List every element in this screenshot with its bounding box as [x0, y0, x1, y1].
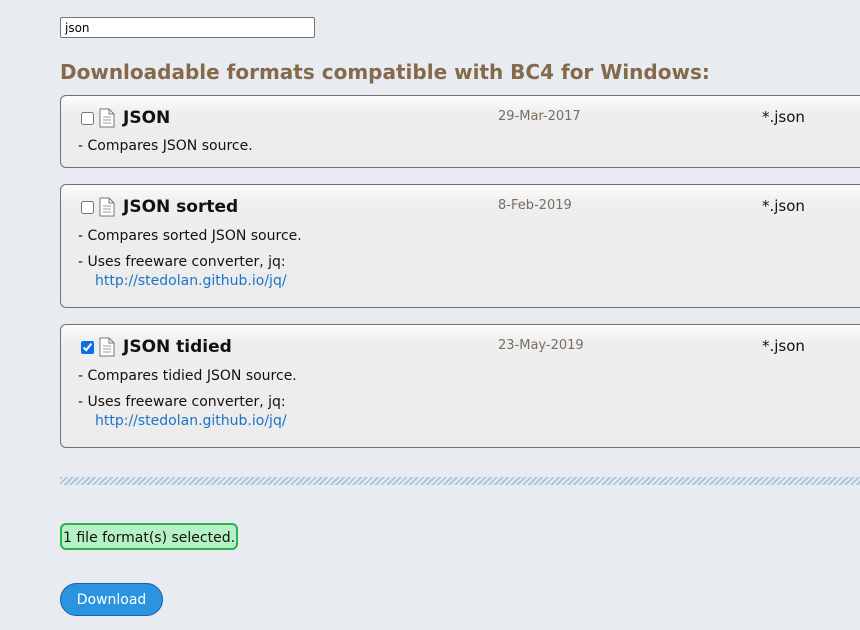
jq-link[interactable]: http://stedolan.github.io/jq/: [78, 413, 297, 430]
format-description: - Compares sorted JSON source. - Uses fr…: [78, 228, 302, 290]
format-description: - Compares tidied JSON source. - Uses fr…: [78, 368, 297, 430]
document-icon: [99, 197, 115, 217]
format-card-json-tidied: JSON tidied 23-May-2019 *.json - Compare…: [60, 324, 860, 448]
hatched-divider: [60, 477, 860, 485]
format-card-json: JSON 29-Mar-2017 *.json - Compares JSON …: [60, 95, 860, 168]
document-icon: [99, 337, 115, 357]
format-name: JSON: [123, 108, 171, 128]
page-title: Downloadable formats compatible with BC4…: [60, 60, 710, 84]
search-input[interactable]: [60, 17, 315, 38]
format-date: 23-May-2019: [498, 338, 584, 353]
description-line: - Compares JSON source.: [78, 138, 253, 154]
document-icon: [99, 108, 115, 128]
format-name: JSON tidied: [123, 337, 232, 357]
format-date: 29-Mar-2017: [498, 109, 581, 124]
format-extension: *.json: [762, 337, 805, 355]
download-page: Downloadable formats compatible with BC4…: [0, 0, 860, 630]
jq-link[interactable]: http://stedolan.github.io/jq/: [78, 273, 302, 290]
format-extension: *.json: [762, 108, 805, 126]
description-line: - Compares sorted JSON source.: [78, 228, 302, 244]
format-card-header: JSON tidied: [81, 336, 232, 358]
format-card-header: JSON: [81, 107, 170, 129]
format-card-header: JSON sorted: [81, 196, 238, 218]
download-button[interactable]: Download: [60, 583, 163, 616]
format-date: 8-Feb-2019: [498, 198, 572, 213]
format-extension: *.json: [762, 197, 805, 215]
selection-status-badge: 1 file format(s) selected.: [60, 523, 239, 550]
format-card-json-sorted: JSON sorted 8-Feb-2019 *.json - Compares…: [60, 184, 860, 308]
format-description: - Compares JSON source.: [78, 138, 253, 164]
description-line: - Compares tidied JSON source.: [78, 368, 297, 384]
format-checkbox-json[interactable]: [81, 111, 94, 125]
format-checkbox-json-tidied[interactable]: [81, 340, 94, 354]
format-checkbox-json-sorted[interactable]: [81, 200, 94, 214]
format-name: JSON sorted: [123, 197, 239, 217]
